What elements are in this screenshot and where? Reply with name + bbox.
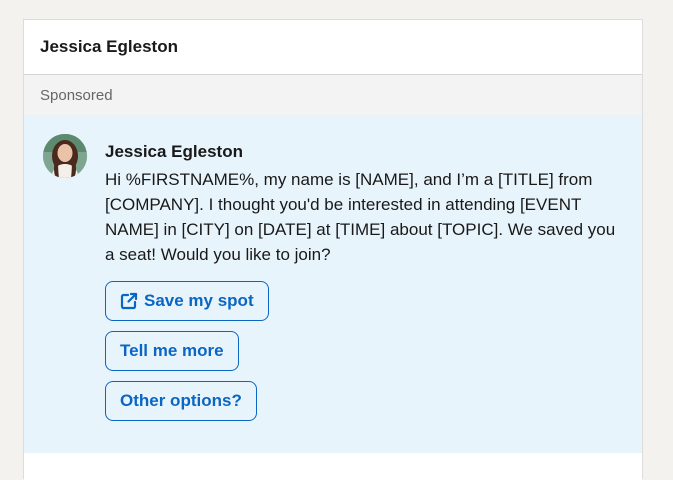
- other-options-label: Other options?: [120, 391, 242, 410]
- other-options-button[interactable]: Other options?: [105, 381, 257, 421]
- message-text: Hi %FIRSTNAME%, my name is [NAME], and I…: [105, 170, 616, 264]
- sponsored-message-card: Jessica Egleston Sponsored Jessica Egles…: [23, 19, 643, 480]
- tell-me-more-label: Tell me more: [120, 341, 224, 360]
- sender-name[interactable]: Jessica Egleston: [105, 141, 620, 163]
- cta-list: Save my spot Tell me more Other options?: [105, 281, 620, 421]
- save-my-spot-label: Save my spot: [144, 291, 254, 310]
- sender-avatar[interactable]: [43, 134, 87, 178]
- message-area: Jessica Egleston Hi %FIRSTNAME%, my name…: [24, 115, 642, 453]
- conversation-title: Jessica Egleston: [40, 37, 178, 56]
- card-header: Jessica Egleston: [24, 20, 642, 75]
- sponsored-label: Sponsored: [24, 75, 642, 115]
- save-my-spot-button[interactable]: Save my spot: [105, 281, 269, 321]
- tell-me-more-button[interactable]: Tell me more: [105, 331, 239, 371]
- message-body: Jessica Egleston Hi %FIRSTNAME%, my name…: [105, 141, 620, 421]
- card-footer: [24, 453, 642, 480]
- external-link-icon: [120, 292, 138, 310]
- person-avatar-icon: [43, 134, 87, 178]
